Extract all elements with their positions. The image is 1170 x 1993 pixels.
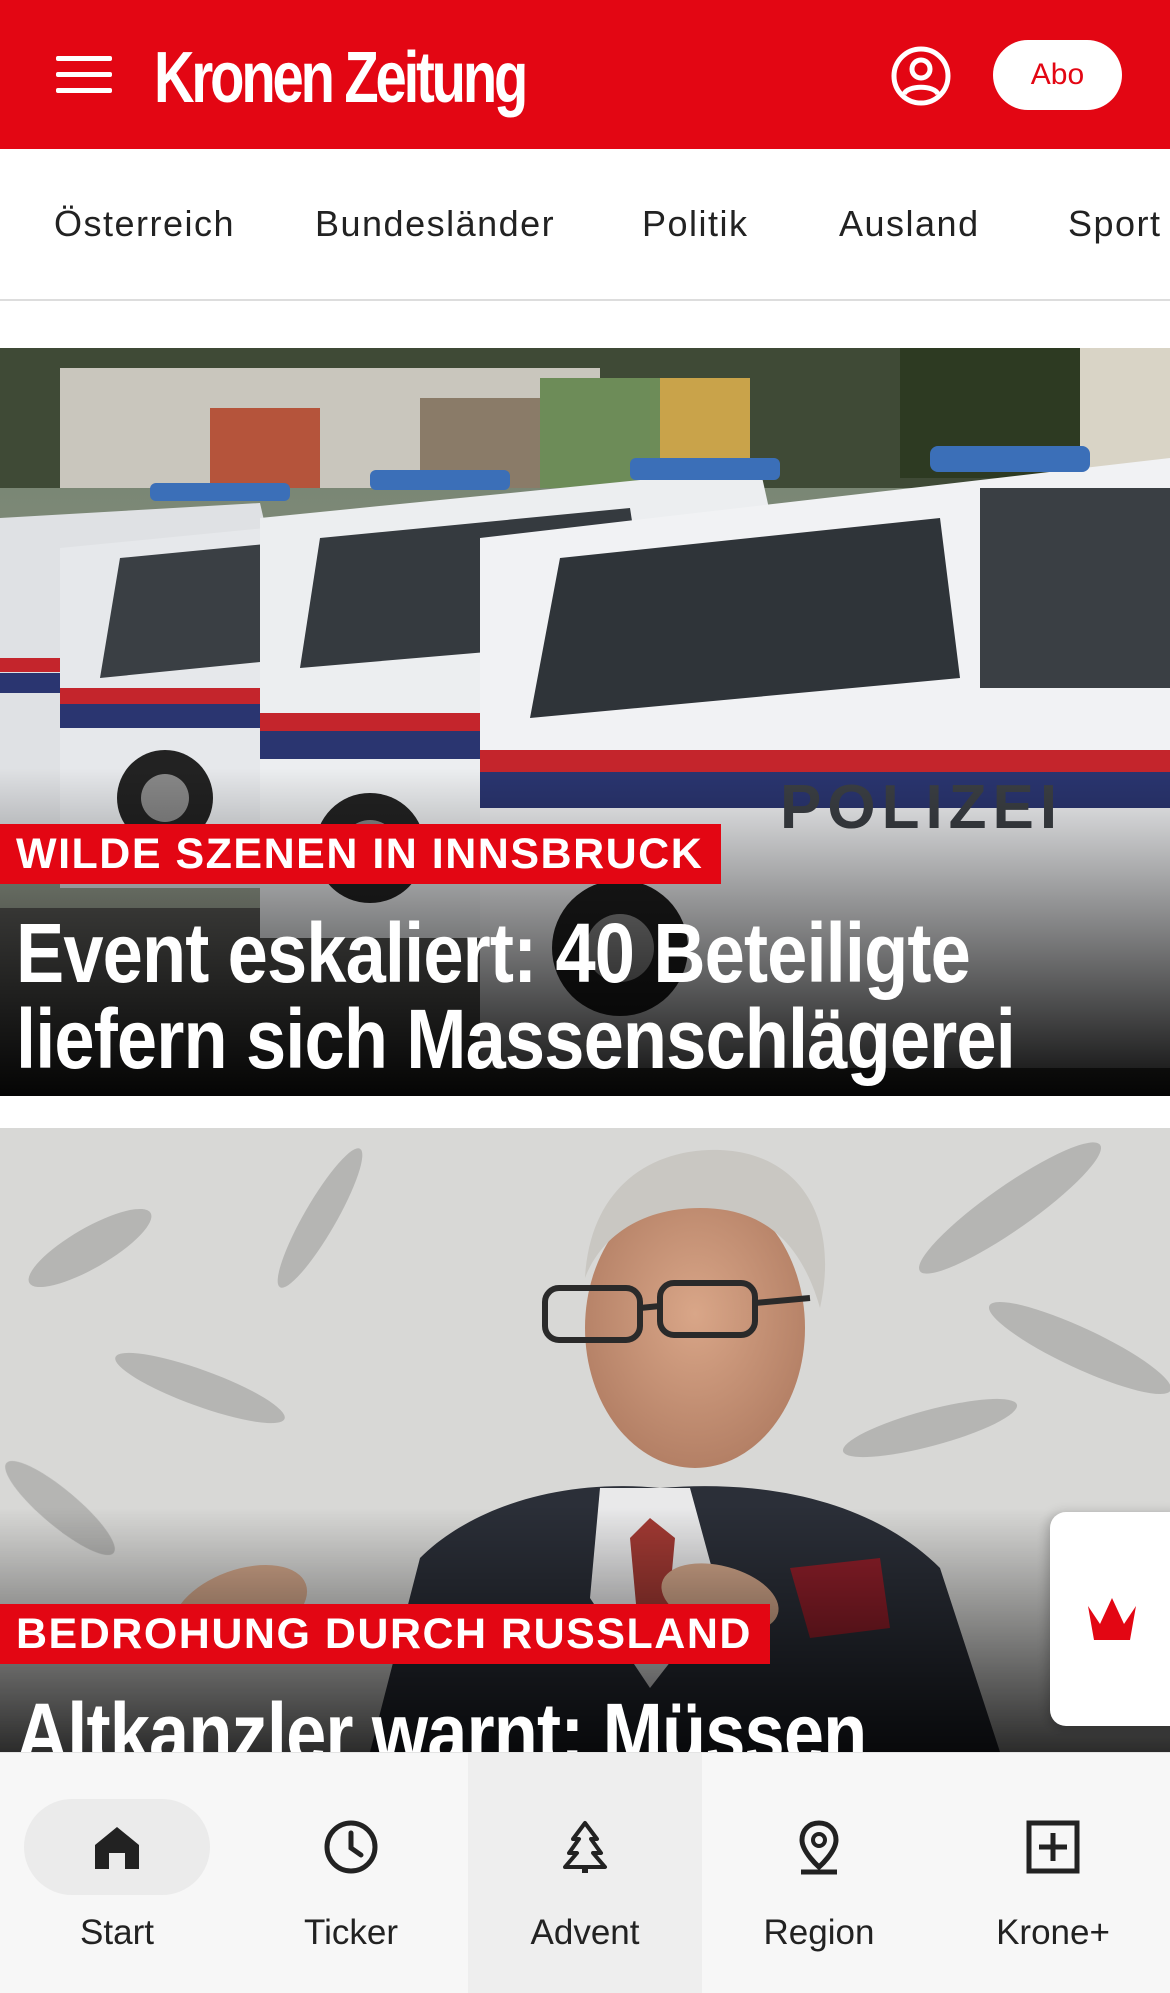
nav-item-bundeslaender[interactable]: Bundesländer (315, 149, 555, 299)
menu-icon[interactable] (56, 56, 112, 94)
plus-box-icon (1026, 1820, 1080, 1874)
abo-button[interactable]: Abo (993, 40, 1122, 110)
krone-plus-tab[interactable] (1050, 1512, 1170, 1726)
nav-item-politik[interactable]: Politik (642, 149, 749, 299)
home-icon (95, 1827, 139, 1869)
site-logo[interactable]: Kronen Zeitung (154, 38, 528, 118)
bottom-nav-label: Ticker (304, 1913, 398, 1952)
bottom-nav-label: Krone+ (996, 1913, 1110, 1952)
bottom-nav-region[interactable]: Region (702, 1753, 936, 1993)
tree-icon (563, 1821, 607, 1873)
article-headline[interactable]: Event eskaliert: 40 Beteiligte liefern s… (16, 910, 1151, 1082)
bottom-nav-ticker[interactable]: Ticker (234, 1753, 468, 1993)
crown-icon (1088, 1598, 1136, 1640)
nav-item-ausland[interactable]: Ausland (839, 149, 980, 299)
user-account-icon[interactable] (890, 45, 952, 107)
article-headline[interactable]: Altkanzler warnt: Müssen (16, 1690, 1151, 1752)
nav-item-oesterreich[interactable]: Österreich (54, 149, 235, 299)
article-kicker: WILDE SZENEN IN INNSBRUCK (0, 824, 722, 884)
top-header: Kronen Zeitung Abo (0, 0, 1170, 149)
bottom-nav-start[interactable]: Start (0, 1753, 234, 1993)
bottom-nav-label: Advent (530, 1913, 640, 1952)
bottom-nav-label: Region (763, 1913, 875, 1952)
bottom-navigation: Start Ticker Advent Region Krone+ (0, 1752, 1170, 1993)
bottom-nav-advent[interactable]: Advent (468, 1753, 702, 1993)
clock-icon (324, 1820, 378, 1874)
bottom-nav-kroneplus[interactable]: Krone+ (936, 1753, 1170, 1993)
article-teaser[interactable]: BEDROHUNG DURCH RUSSLAND Altkanzler warn… (0, 1128, 1170, 1752)
nav-item-sport[interactable]: Sport (1068, 149, 1162, 299)
article-teaser[interactable]: POLIZEI WILDE SZENEN IN INNSBRUCK Event … (0, 348, 1170, 1096)
article-kicker: BEDROHUNG DURCH RUSSLAND (0, 1604, 770, 1664)
category-nav: Österreich Bundesländer Politik Ausland … (0, 149, 1170, 301)
location-pin-icon (799, 1820, 839, 1875)
bottom-nav-label: Start (80, 1913, 154, 1952)
